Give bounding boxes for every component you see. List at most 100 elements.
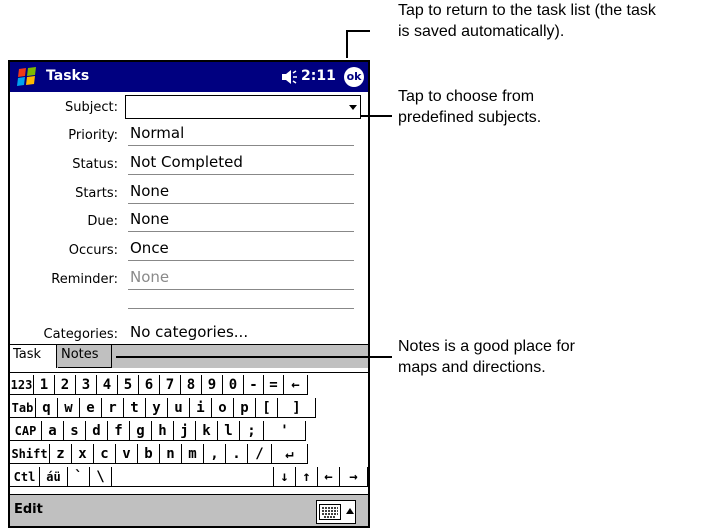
key[interactable]: ` (68, 467, 90, 487)
subject-callout: Tap to choose from predefined subjects. (398, 88, 542, 126)
key[interactable]: . (226, 444, 248, 464)
input-panel-button[interactable] (316, 500, 356, 524)
key[interactable]: w (58, 398, 80, 418)
pocket-pc-screen: Tasks 2:11 ok Subject: Priority: Normal … (8, 60, 370, 528)
key[interactable]: ← (284, 375, 308, 395)
keyboard-row: Shift z x c v b n m,. / ↵ (10, 444, 368, 464)
menu-bar: Edit (10, 494, 368, 526)
key[interactable]: 4 (97, 375, 118, 395)
ok-button[interactable]: ok (344, 67, 364, 87)
key[interactable]: k (196, 421, 218, 441)
key[interactable]: g (130, 421, 152, 441)
occurs-field[interactable]: Once (128, 239, 354, 261)
key[interactable]: - (244, 375, 264, 395)
key[interactable]: ↑ (296, 467, 318, 487)
key[interactable]: 7 (160, 375, 181, 395)
key[interactable]: ; (240, 421, 264, 441)
key[interactable]: Ctl (10, 467, 40, 487)
key[interactable]: i (190, 398, 212, 418)
subject-dropdown[interactable] (125, 95, 361, 119)
key[interactable]: áü (40, 467, 68, 487)
key[interactable]: r (102, 398, 124, 418)
status-field[interactable]: Not Completed (128, 153, 354, 175)
key[interactable]: b (138, 444, 160, 464)
chevron-up-icon[interactable] (346, 508, 354, 514)
key[interactable]: 1 (34, 375, 55, 395)
key[interactable]: , (204, 444, 226, 464)
starts-field[interactable]: None (128, 182, 354, 204)
key[interactable]: 3 (76, 375, 97, 395)
categories-label: Categories: (43, 327, 118, 342)
key[interactable]: Tab (10, 398, 36, 418)
key[interactable]: q (36, 398, 58, 418)
key[interactable]: m (182, 444, 204, 464)
key[interactable]: [ (256, 398, 278, 418)
key[interactable]: o (212, 398, 234, 418)
keyboard-row: 123 1 2 3 4 5 6 7 8 9 0- = ← (10, 375, 368, 395)
divider (128, 308, 354, 309)
key[interactable]: 5 (118, 375, 139, 395)
reminder-field[interactable]: None (128, 268, 354, 290)
title-bar: Tasks 2:11 ok (10, 62, 368, 92)
subject-callout-line (360, 115, 392, 117)
chevron-down-icon[interactable] (349, 105, 357, 110)
key[interactable]: CAP (10, 421, 42, 441)
due-label: Due: (87, 214, 118, 229)
key[interactable]: 0 (223, 375, 244, 395)
edit-menu[interactable]: Edit (14, 502, 43, 517)
key[interactable]: c (94, 444, 116, 464)
key[interactable]: 8 (181, 375, 202, 395)
key[interactable]: ↓ (274, 467, 296, 487)
key[interactable]: \ (90, 467, 112, 487)
space-key[interactable] (112, 467, 274, 487)
categories-field[interactable]: No categories... (128, 323, 354, 345)
key[interactable]: 6 (139, 375, 160, 395)
key[interactable]: p (234, 398, 256, 418)
key[interactable]: n (160, 444, 182, 464)
key[interactable]: = (264, 375, 284, 395)
ok-callout: Tap to return to the task list (the task… (398, 2, 656, 40)
clock[interactable]: 2:11 (301, 68, 336, 84)
due-field[interactable]: None (128, 210, 354, 232)
key[interactable]: Shift (10, 444, 50, 464)
notes-callout: Notes is a good place for maps and direc… (398, 338, 575, 376)
key[interactable]: u (168, 398, 190, 418)
key[interactable]: 9 (202, 375, 223, 395)
key[interactable]: ← (318, 467, 340, 487)
key[interactable]: → (340, 467, 368, 487)
key[interactable]: 2 (55, 375, 76, 395)
keyboard-icon (319, 504, 341, 520)
keyboard-row: Tab q w e r t y u i o p[] (10, 398, 368, 418)
key[interactable]: t (124, 398, 146, 418)
key[interactable]: j (174, 421, 196, 441)
key[interactable]: e (80, 398, 102, 418)
key[interactable]: f (108, 421, 130, 441)
key[interactable]: s (64, 421, 86, 441)
notes-callout-line (116, 356, 392, 358)
key[interactable]: ↵ (272, 444, 308, 464)
status-label: Status: (72, 157, 118, 172)
key[interactable]: y (146, 398, 168, 418)
subject-label: Subject: (65, 100, 118, 115)
key[interactable]: x (72, 444, 94, 464)
keyboard-row: CAP a s d f g h j k l; ' (10, 421, 368, 441)
priority-field[interactable]: Normal (128, 124, 354, 146)
tab-task[interactable]: Task (10, 345, 57, 368)
key[interactable]: / (248, 444, 272, 464)
occurs-label: Occurs: (68, 243, 118, 258)
key[interactable]: 123 (10, 375, 34, 395)
ok-callout-line (346, 30, 348, 58)
key[interactable]: ] (278, 398, 316, 418)
speaker-icon[interactable] (280, 69, 298, 85)
key[interactable]: h (152, 421, 174, 441)
key[interactable]: d (86, 421, 108, 441)
key[interactable]: l (218, 421, 240, 441)
key[interactable]: ' (264, 421, 306, 441)
soft-keyboard: 123 1 2 3 4 5 6 7 8 9 0- = ← Tab q w e r t y u i o p[] CAP a s d f g h… (10, 372, 368, 490)
ok-callout-line (346, 30, 370, 32)
key[interactable]: a (42, 421, 64, 441)
windows-start-icon[interactable] (13, 66, 43, 88)
tab-notes[interactable]: Notes (58, 345, 112, 368)
key[interactable]: z (50, 444, 72, 464)
key[interactable]: v (116, 444, 138, 464)
